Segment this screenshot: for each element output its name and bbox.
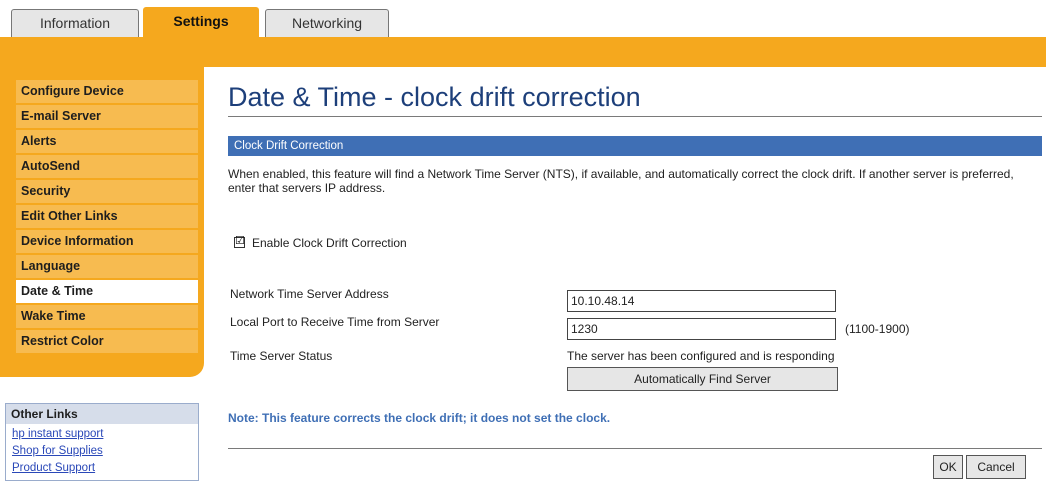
- sidebar-item-language[interactable]: Language: [16, 255, 198, 278]
- sidebar-item-restrict-color[interactable]: Restrict Color: [16, 330, 198, 353]
- title-divider: [228, 116, 1042, 117]
- local-port-label: Local Port to Receive Time from Server: [230, 315, 440, 329]
- sidebar-item-email-server[interactable]: E-mail Server: [16, 105, 198, 128]
- description-text: When enabled, this feature will find a N…: [228, 167, 1014, 195]
- tab-information[interactable]: Information: [11, 9, 139, 37]
- enable-clock-drift-label: Enable Clock Drift Correction: [252, 236, 407, 250]
- bottom-divider: [228, 448, 1042, 449]
- link-hp-instant-support[interactable]: hp instant support: [12, 428, 103, 440]
- sidebar-item-autosend[interactable]: AutoSend: [16, 155, 198, 178]
- section-heading: Clock Drift Correction: [228, 136, 1042, 156]
- enable-clock-drift-checkbox[interactable]: ☑: [234, 235, 245, 248]
- link-product-support[interactable]: Product Support: [12, 462, 95, 474]
- sidebar-item-wake-time[interactable]: Wake Time: [16, 305, 198, 328]
- other-links-panel: Other Links hp instant support Shop for …: [5, 403, 199, 481]
- note-text: Note: This feature corrects the clock dr…: [228, 411, 611, 425]
- tab-networking[interactable]: Networking: [265, 9, 389, 37]
- sidebar-item-configure-device[interactable]: Configure Device: [16, 80, 198, 103]
- sidebar-nav: Configure Device E-mail Server Alerts Au…: [0, 67, 204, 377]
- tab-settings[interactable]: Settings: [143, 7, 259, 37]
- checkmark-icon: ☑: [235, 235, 245, 247]
- sidebar-item-device-information[interactable]: Device Information: [16, 230, 198, 253]
- page-title: Date & Time - clock drift correction: [228, 82, 641, 112]
- server-address-input[interactable]: 10.10.48.14: [567, 290, 836, 312]
- time-server-status-label: Time Server Status: [230, 349, 333, 363]
- local-port-input[interactable]: 1230: [567, 318, 836, 340]
- ok-button[interactable]: OK: [933, 455, 963, 479]
- local-port-range: (1100-1900): [845, 322, 910, 336]
- sidebar-item-alerts[interactable]: Alerts: [16, 130, 198, 153]
- find-server-button[interactable]: Automatically Find Server: [567, 367, 838, 391]
- sidebar-item-date-time[interactable]: Date & Time: [16, 280, 198, 303]
- sidebar-item-edit-other-links[interactable]: Edit Other Links: [16, 205, 198, 228]
- enable-clock-drift-row: ☑ Enable Clock Drift Correction: [234, 235, 407, 250]
- header-band: [0, 37, 1046, 67]
- time-server-status-value: The server has been configured and is re…: [567, 349, 835, 363]
- link-shop-for-supplies[interactable]: Shop for Supplies: [12, 445, 103, 457]
- server-address-label: Network Time Server Address: [230, 287, 389, 301]
- other-links-heading: Other Links: [6, 404, 198, 424]
- sidebar-item-security[interactable]: Security: [16, 180, 198, 203]
- cancel-button[interactable]: Cancel: [966, 455, 1026, 479]
- tab-bar: Information Settings Networking: [0, 0, 1046, 37]
